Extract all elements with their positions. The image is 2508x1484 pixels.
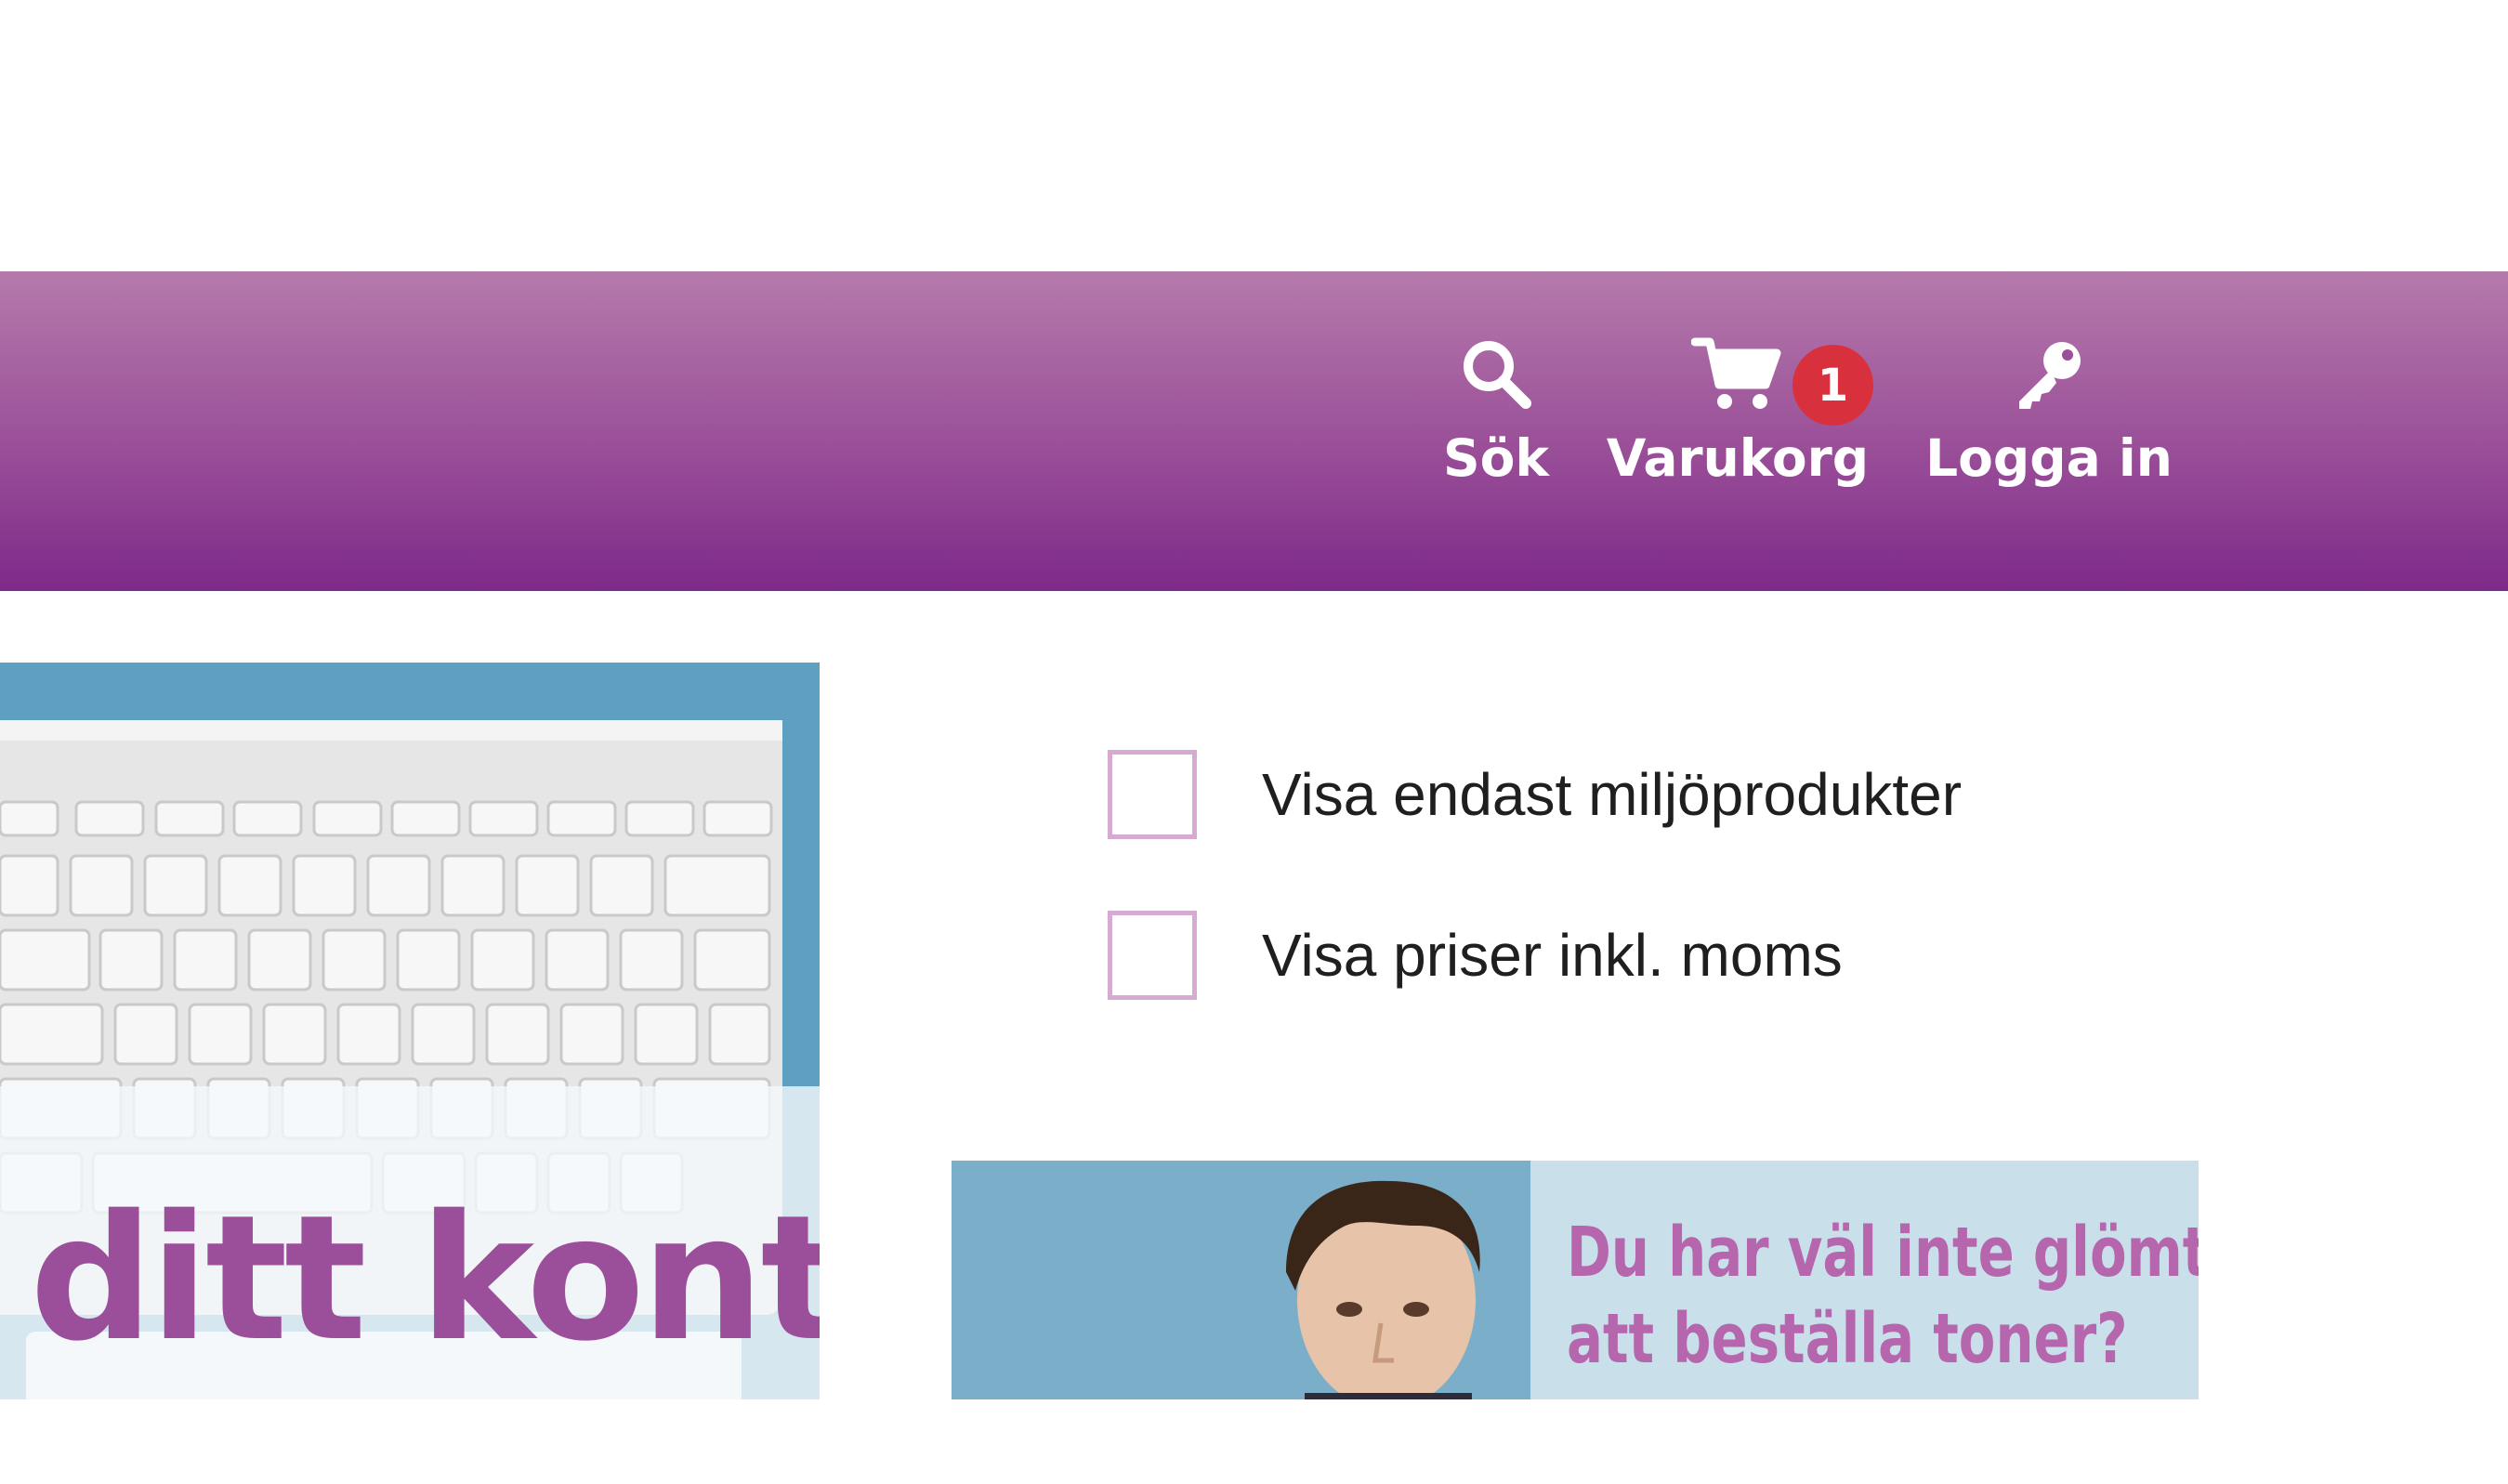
incl-vat-filter[interactable]: Visa priser inkl. moms [1108, 911, 1843, 1000]
toner-promo-line-2: att beställa toner? [1567, 1299, 2128, 1379]
search-nav-button[interactable]: Sök [1431, 271, 1561, 591]
eco-only-filter[interactable]: Visa endast miljöprodukter [1108, 750, 1962, 839]
eco-only-label[interactable]: Visa endast miljöprodukter [1262, 760, 1962, 829]
search-nav-label: Sök [1443, 428, 1549, 488]
search-icon [1457, 335, 1535, 413]
office-promo-banner[interactable]: ditt kontor [0, 663, 820, 1399]
man-photo [952, 1161, 1530, 1399]
shopping-cart-icon [1691, 335, 1784, 413]
cart-nav-label: Varukorg [1606, 428, 1870, 488]
site-header: Sök Varukorg Logga in [0, 271, 2508, 591]
incl-vat-checkbox[interactable] [1108, 911, 1197, 1000]
eco-only-checkbox[interactable] [1108, 750, 1197, 839]
cart-count-badge: 1 [1792, 345, 1873, 426]
login-nav-button[interactable]: Logga in [1914, 271, 2184, 591]
key-icon [2010, 335, 2088, 413]
toner-promo-banner[interactable]: Du har väl inte glömt att beställa toner… [952, 1161, 2199, 1399]
cart-nav-button[interactable]: Varukorg [1606, 271, 1870, 591]
login-nav-label: Logga in [1925, 428, 2173, 488]
office-promo-title: ditt kontor [30, 1177, 820, 1379]
toner-promo-line-1: Du har väl inte glömt [1567, 1213, 2199, 1293]
incl-vat-label[interactable]: Visa priser inkl. moms [1262, 921, 1843, 990]
